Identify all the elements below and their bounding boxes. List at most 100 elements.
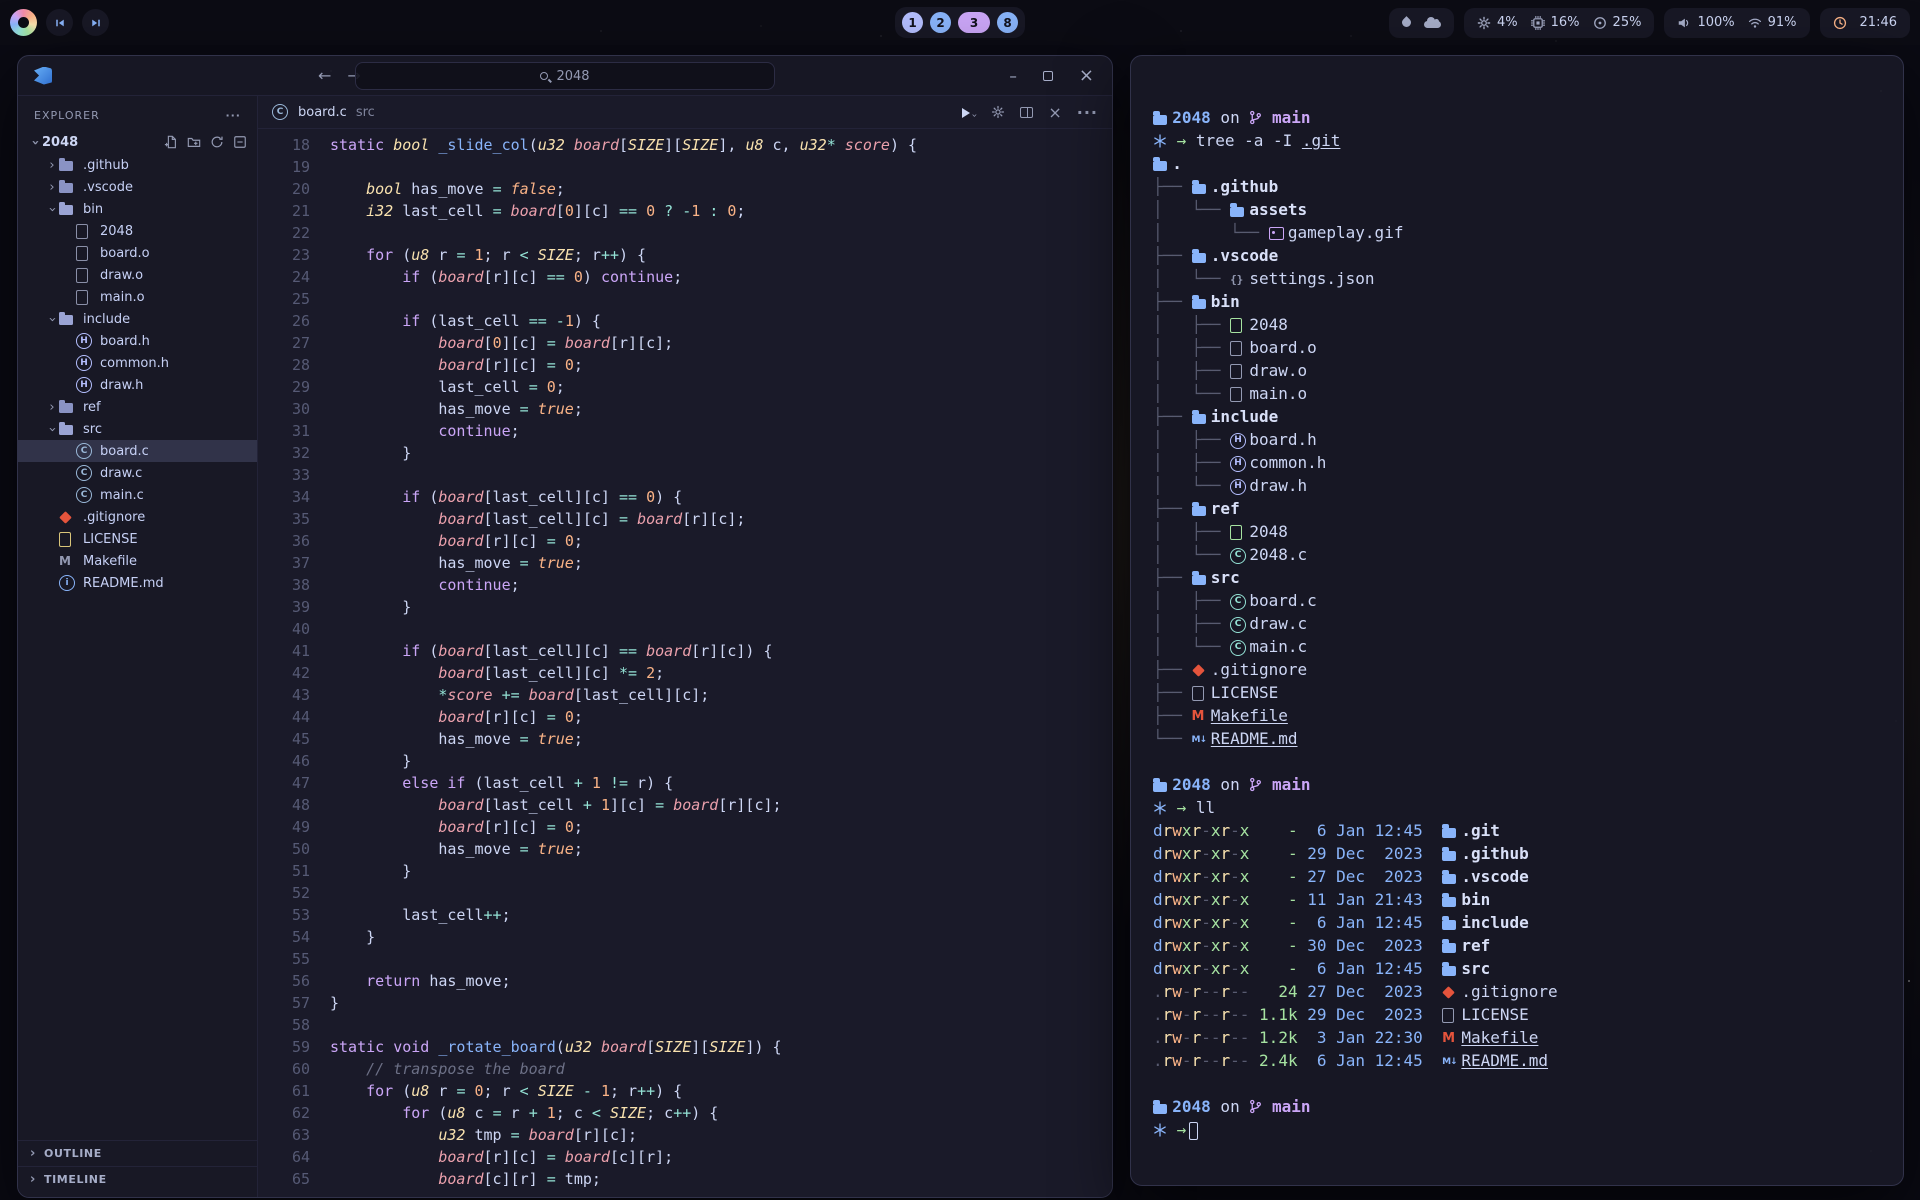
code-line[interactable]: if (board[r][c] == 0) continue; [330,266,917,288]
history-back-button[interactable]: ← [318,66,331,85]
code-line[interactable] [330,464,917,486]
settings-gear-button[interactable] [991,105,1005,119]
explorer-item-draw.o[interactable]: draw.o [18,264,257,286]
explorer-item-2048[interactable]: 2048 [18,220,257,242]
code-line[interactable]: i32 last_cell = board[0][c] == 0 ? -1 : … [330,200,917,222]
code-line[interactable]: } [330,750,917,772]
code-line[interactable]: last_cell = 0; [330,376,917,398]
code-line[interactable]: static bool _slide_col(u32 board[SIZE][S… [330,134,917,156]
line-number[interactable]: 65 [258,1168,310,1190]
line-number[interactable]: 56 [258,970,310,992]
line-number[interactable]: 27 [258,332,310,354]
line-number[interactable]: 49 [258,816,310,838]
code-line[interactable]: } [330,992,917,1014]
code-line[interactable]: board[r][c] = board[c][r]; [330,1146,917,1168]
command-center-search[interactable]: 2048 [355,62,775,90]
code-line[interactable]: continue; [330,420,917,442]
line-number[interactable]: 38 [258,574,310,596]
line-number[interactable]: 50 [258,838,310,860]
line-number[interactable]: 21 [258,200,310,222]
explorer-item-board.h[interactable]: board.h [18,330,257,352]
code-line[interactable]: u32 tmp = board[r][c]; [330,1124,917,1146]
explorer-item-src[interactable]: ›src [18,418,257,440]
code-line[interactable]: if (board[last_cell][c] == 0) { [330,486,917,508]
line-number[interactable]: 37 [258,552,310,574]
line-number[interactable]: 47 [258,772,310,794]
code-line[interactable]: board[r][c] = 0; [330,816,917,838]
code-line[interactable]: for (u8 c = r + 1; c < SIZE; c++) { [330,1102,917,1124]
code-line[interactable] [330,222,917,244]
line-number[interactable]: 55 [258,948,310,970]
line-number[interactable]: 22 [258,222,310,244]
code-line[interactable] [330,948,917,970]
explorer-item-ref[interactable]: ›ref [18,396,257,418]
code-area[interactable]: 1819202122232425262728293031323334353637… [258,129,1112,1197]
code-line[interactable]: has_move = true; [330,838,917,860]
line-number[interactable]: 48 [258,794,310,816]
explorer-item-draw.h[interactable]: draw.h [18,374,257,396]
explorer-item-.github[interactable]: ›.github [18,154,257,176]
code-line[interactable]: has_move = true; [330,552,917,574]
line-number[interactable]: 34 [258,486,310,508]
line-number[interactable]: 64 [258,1146,310,1168]
explorer-more-button[interactable]: ··· [225,109,241,122]
line-number[interactable]: 36 [258,530,310,552]
line-number[interactable]: 60 [258,1058,310,1080]
line-number[interactable]: 23 [258,244,310,266]
code-line[interactable] [330,1014,917,1036]
line-number[interactable]: 18 [258,134,310,156]
code-line[interactable]: continue; [330,574,917,596]
vscode-titlebar[interactable]: ← → 2048 – × [18,56,1112,96]
media-prev-button[interactable] [46,9,73,36]
explorer-item-Makefile[interactable]: Makefile [18,550,257,572]
code-line[interactable]: board[c][r] = tmp; [330,1168,917,1190]
line-number[interactable]: 39 [258,596,310,618]
line-number[interactable]: 40 [258,618,310,640]
tree-entry-name[interactable]: Makefile [1211,706,1288,725]
line-number[interactable]: 43 [258,684,310,706]
explorer-item-README.md[interactable]: README.md [18,572,257,594]
timeline-panel-header[interactable]: › TIMELINE [18,1166,257,1191]
code-line[interactable]: } [330,442,917,464]
line-number[interactable]: 41 [258,640,310,662]
code-line[interactable] [330,156,917,178]
line-number[interactable]: 45 [258,728,310,750]
code-line[interactable]: *score += board[last_cell][c]; [330,684,917,706]
line-number[interactable]: 62 [258,1102,310,1124]
code-line[interactable]: last_cell++; [330,904,917,926]
editor-tabbar[interactable]: board.c src › × ··· [258,96,1112,129]
clock-module[interactable]: 21:46 [1820,8,1910,38]
minimize-button[interactable]: – [1009,67,1017,85]
close-editor-button[interactable]: × [1048,103,1061,122]
explorer-item-main.c[interactable]: main.c [18,484,257,506]
file-name[interactable]: README.md [1461,1051,1548,1070]
line-number[interactable]: 57 [258,992,310,1014]
line-number[interactable]: 31 [258,420,310,442]
code-line[interactable]: board[0][c] = board[r][c]; [330,332,917,354]
explorer-item-include[interactable]: ›include [18,308,257,330]
collapse-folders-button[interactable] [233,135,247,149]
run-button[interactable]: › [962,103,976,122]
code-line[interactable]: } [330,596,917,618]
code-line[interactable]: return has_move; [330,970,917,992]
terminal-window[interactable]: 2048 on main → tree -a -I .git.├── .gith… [1130,55,1904,1186]
active-tab-filename[interactable]: board.c [298,105,347,120]
line-number[interactable]: 59 [258,1036,310,1058]
line-number[interactable]: 44 [258,706,310,728]
code-line[interactable] [330,882,917,904]
line-number[interactable]: 58 [258,1014,310,1036]
launcher-button[interactable] [10,9,37,36]
workspace-8-button[interactable]: 8 [997,12,1018,33]
new-folder-button[interactable] [187,135,201,149]
code-line[interactable]: if (board[last_cell][c] == board[r][c]) … [330,640,917,662]
explorer-item-.vscode[interactable]: ›.vscode [18,176,257,198]
line-number[interactable]: 19 [258,156,310,178]
line-number[interactable]: 33 [258,464,310,486]
line-number[interactable]: 53 [258,904,310,926]
terminal-cursor[interactable] [1189,1122,1198,1140]
code-line[interactable]: } [330,860,917,882]
code-line[interactable]: bool has_move = false; [330,178,917,200]
explorer-item-LICENSE[interactable]: LICENSE [18,528,257,550]
code-line[interactable]: if (last_cell == -1) { [330,310,917,332]
line-number[interactable]: 51 [258,860,310,882]
